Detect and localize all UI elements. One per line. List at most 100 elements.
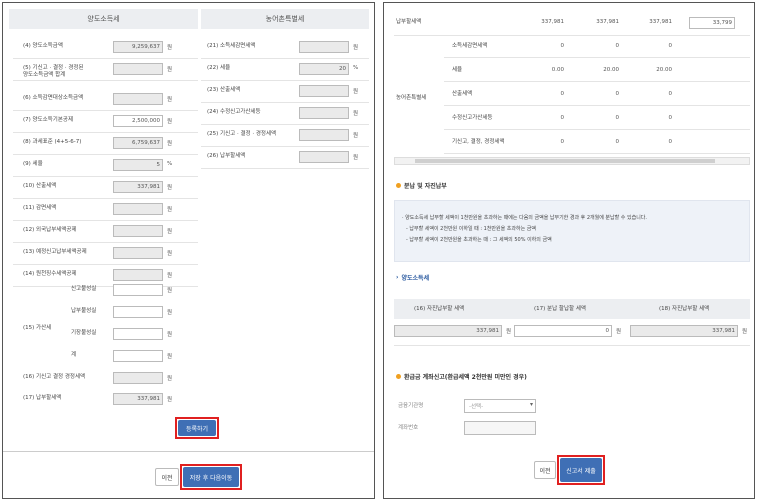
rural-table-value: 0.00 xyxy=(551,67,564,73)
highlight-register xyxy=(175,417,219,439)
rural-table-divider xyxy=(444,129,750,130)
row-label: (14) 원천징수세액공제 xyxy=(23,271,77,277)
rural-row-divider xyxy=(201,168,369,169)
rural-row-unit: 원 xyxy=(353,45,359,51)
rural-row-divider xyxy=(201,80,369,81)
col-header-18: (18) 자진납부할 세액 xyxy=(659,306,710,312)
row-label: (12) 외국납부세액공제 xyxy=(23,227,77,233)
row-label: (11) 감면세액 xyxy=(23,205,57,211)
installment-input[interactable]: 0 xyxy=(514,325,612,337)
row-input[interactable] xyxy=(113,247,163,259)
rural-table-label: 산출세액 xyxy=(452,91,473,97)
row-input[interactable] xyxy=(113,203,163,215)
penalty-item-label: 계 xyxy=(71,352,77,358)
installment-note-1: · 양도소득세 납부할 세액이 1천만원을 초과하는 때에는 다음의 금액을 납… xyxy=(402,215,647,221)
rural-row-label: (21) 소득세감면세액 xyxy=(207,43,256,49)
rural-row-divider xyxy=(201,124,369,125)
rural-row-unit: 원 xyxy=(353,89,359,95)
installment-note-2: - 납부할 세액이 2천만원 이하일 때 : 1천만원을 초과하는 금액 xyxy=(406,226,536,232)
row-unit: 원 xyxy=(167,376,173,382)
prev-button-right[interactable]: 이전 xyxy=(534,461,556,479)
rural-row-input[interactable] xyxy=(299,41,349,53)
rural-group-label: 농어촌특별세 xyxy=(396,95,427,101)
row-divider xyxy=(13,198,198,199)
penalty-unit: 원 xyxy=(167,310,173,316)
rural-table-value: 0 xyxy=(560,139,565,145)
row-label: (6) 소득감면대상소득금액 xyxy=(23,95,84,101)
rural-row-label: (23) 산출세액 xyxy=(207,87,241,93)
bank-label: 금융기관명 xyxy=(398,403,424,409)
highlight-save-next xyxy=(180,464,242,490)
unit-18: 원 xyxy=(742,329,748,335)
penalty-item-label: 기장불성실 xyxy=(71,330,97,336)
penalty-input[interactable] xyxy=(113,306,163,318)
bullet-icon xyxy=(396,183,401,188)
account-input[interactable] xyxy=(464,421,536,435)
bank-select-value: -선택- xyxy=(469,404,484,410)
rural-row-divider xyxy=(201,146,369,147)
row-input[interactable]: 9,259,637 xyxy=(113,41,163,53)
row-label: (8) 과세표준 (4+5-6-7) xyxy=(23,139,82,145)
row-divider xyxy=(13,154,198,155)
row-input[interactable]: 337,981 xyxy=(113,181,163,193)
top-row-value: 337,981 xyxy=(596,19,619,25)
row-label: (13) 예정신고납부세액공제 xyxy=(23,249,87,255)
header-capital-gains: 양도소득세 xyxy=(9,9,198,29)
row-unit: 원 xyxy=(167,45,173,51)
top-row-editable-input[interactable]: 33,799 xyxy=(689,17,735,29)
rural-table-label: 수정신고가산세등 xyxy=(452,115,493,121)
row-label: (7) 양도소득기본공제 xyxy=(23,117,74,123)
rural-row-divider xyxy=(201,58,369,59)
rural-row-label: (22) 세율 xyxy=(207,65,231,71)
row-unit: 원 xyxy=(167,251,173,257)
horizontal-scrollbar[interactable] xyxy=(394,157,750,165)
rural-table-label: 기신고, 결정, 경정세액 xyxy=(452,139,505,145)
row-input[interactable] xyxy=(113,225,163,237)
rural-table-value: 20.00 xyxy=(656,67,672,73)
row-input[interactable] xyxy=(113,372,163,384)
row-divider xyxy=(13,264,198,265)
rural-row-input[interactable] xyxy=(299,107,349,119)
scrollbar-thumb[interactable] xyxy=(415,159,715,163)
rural-row-input[interactable] xyxy=(299,129,349,141)
prev-button-left[interactable]: 이전 xyxy=(155,468,179,486)
row-input[interactable] xyxy=(113,63,163,75)
row-unit: % xyxy=(167,161,173,167)
bank-select[interactable]: -선택- ▾ xyxy=(464,399,536,413)
penalty-input[interactable] xyxy=(113,284,163,296)
rural-table-divider xyxy=(444,57,750,58)
row-input[interactable]: 337,981 xyxy=(113,393,163,405)
account-label: 계좌번호 xyxy=(398,425,419,431)
refund-title: 환급금 계좌신고(환급세액 2천만원 미만인 경우) xyxy=(396,372,527,381)
right-panel: 납부할세액 337,981 337,981 337,981 33,799 농어촌특별세… xyxy=(383,2,755,499)
installment-title: 분납 및 자진납부 xyxy=(396,181,447,190)
rural-row-input[interactable]: 20 xyxy=(299,63,349,75)
unit-16: 원 xyxy=(506,329,512,335)
row-input[interactable] xyxy=(113,269,163,281)
row-input[interactable]: 2,500,000 xyxy=(113,115,163,127)
footer-divider xyxy=(3,451,374,452)
row-divider xyxy=(13,110,198,111)
rural-row-unit: % xyxy=(353,65,359,71)
penalty-input[interactable] xyxy=(113,328,163,340)
row-input[interactable]: 5 xyxy=(113,159,163,171)
rural-table-value: 0 xyxy=(615,139,620,145)
row-label: (5) 기신고 · 결정 · 경정된 양도소득금액 합계 xyxy=(23,65,84,79)
top-row-value: 337,981 xyxy=(649,19,672,25)
rural-row-input[interactable] xyxy=(299,85,349,97)
refund-title-text: 환급금 계좌신고(환급세액 2천만원 미만인 경우) xyxy=(404,374,527,381)
rural-table-divider xyxy=(444,153,750,154)
capital-gains-link[interactable]: › 양도소득세 xyxy=(396,273,429,282)
row-divider xyxy=(13,58,198,59)
self-pay-total-input[interactable]: 337,981 xyxy=(630,325,738,337)
row-unit: 원 xyxy=(167,229,173,235)
row-input[interactable] xyxy=(113,93,163,105)
row-unit: 원 xyxy=(167,273,173,279)
highlight-submit xyxy=(557,455,605,485)
rural-row-input[interactable] xyxy=(299,151,349,163)
row-input[interactable]: 6,759,637 xyxy=(113,137,163,149)
rural-table-value: 0 xyxy=(560,91,565,97)
self-pay-input[interactable]: 337,981 xyxy=(394,325,502,337)
row-unit: 원 xyxy=(167,185,173,191)
penalty-input[interactable] xyxy=(113,350,163,362)
